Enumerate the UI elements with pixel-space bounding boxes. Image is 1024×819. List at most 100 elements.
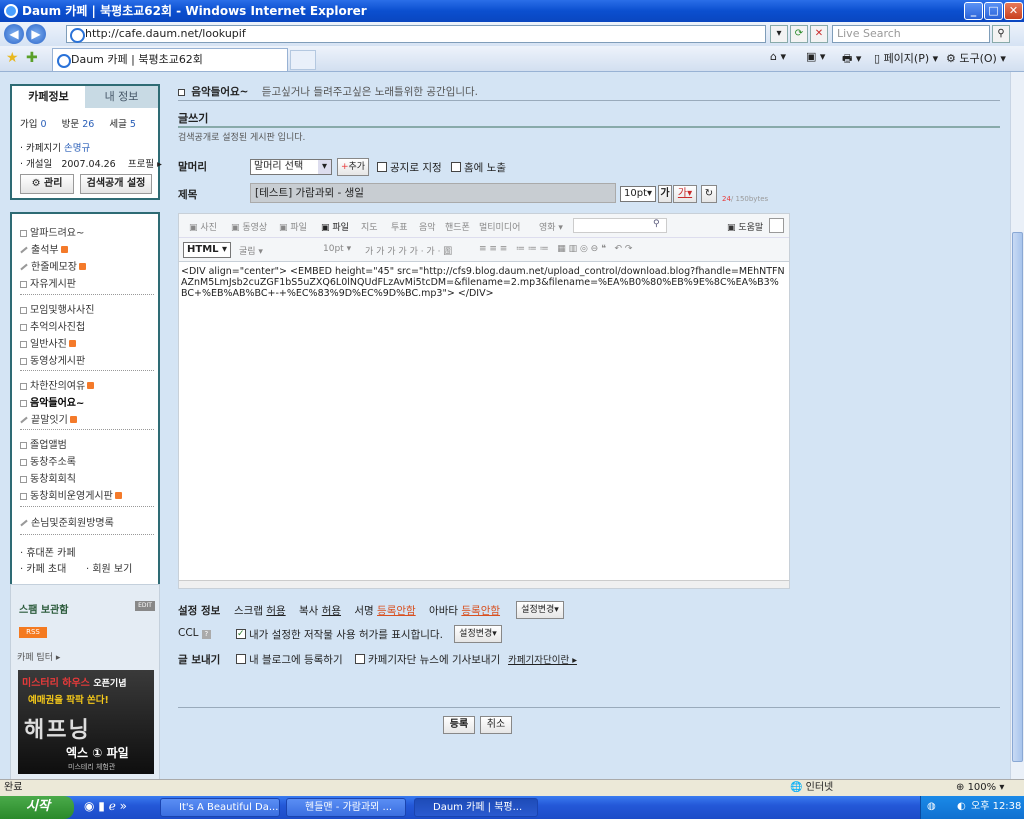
prefix-add-button[interactable]: +추가	[337, 158, 369, 176]
font-select[interactable]: 굴림 ▾	[239, 244, 263, 257]
ad-banner[interactable]: 미스터리 하우스 오픈기념 예매권을 팍팍 쏜다! 해프닝 엑스 ① 파일 미스…	[18, 670, 154, 774]
home-checkbox[interactable]: 홈에 노출	[451, 160, 506, 175]
start-button[interactable]: 시작	[0, 796, 74, 819]
title-input[interactable]: [테스트] 가람과뫼 - 생일	[250, 183, 616, 203]
zoom-control[interactable]: ⊕ 100% ▾	[956, 780, 1004, 796]
mobile-cafe-link[interactable]: · 휴대폰 카페	[20, 544, 76, 559]
toolbar-music[interactable]: 음악	[419, 220, 436, 233]
ccl-checkbox[interactable]: 내가 설정한 저작물 사용 허가를 표시합니다.	[236, 627, 443, 642]
news-checkbox[interactable]: 카페기자단 뉴스에 기사보내기	[355, 652, 500, 667]
profile-link[interactable]: 프로필 ▸	[128, 159, 162, 170]
menu-item-active[interactable]: 음악들어요~	[20, 394, 84, 409]
invite-cafe-link[interactable]: · 카페 초대	[20, 560, 66, 575]
toolbar-file2[interactable]: ▣ 파일	[321, 220, 349, 233]
cancel-button[interactable]: 취소	[480, 716, 512, 734]
tab-my-info[interactable]: 내 정보	[85, 86, 158, 108]
menu-item[interactable]: 차한잔의여유	[20, 377, 95, 392]
menu-item[interactable]: 일반사진	[20, 335, 76, 350]
network-icon[interactable]: ◍	[927, 796, 936, 818]
browser-tab[interactable]: Daum 카페 | 북평초교62회	[52, 48, 288, 71]
ccl-change-button[interactable]: 설정변경▾	[454, 625, 502, 643]
size-select[interactable]: 10pt ▾	[323, 244, 351, 254]
status-text: 완료	[4, 782, 23, 793]
address-input[interactable]: http://cafe.daum.net/lookupif	[66, 25, 766, 43]
task-button-active[interactable]: Daum 카페 | 북평...	[414, 798, 538, 817]
vertical-scrollbar[interactable]	[1010, 72, 1024, 779]
submit-button[interactable]: 등록	[443, 716, 475, 734]
menu-item[interactable]: 동창회비운영게시판	[20, 487, 122, 502]
settings-change-button[interactable]: 설정변경▾	[516, 601, 564, 619]
help-button[interactable]: ▣ 도움말	[727, 220, 763, 233]
spam-title[interactable]: 스팸 보관함	[19, 601, 68, 616]
editor-resize-bar[interactable]	[179, 580, 789, 588]
live-search-input[interactable]: Live Search	[832, 25, 990, 43]
toolbar-phone[interactable]: 핸드폰	[445, 220, 470, 233]
help-icon[interactable]: ?	[201, 630, 211, 639]
notice-checkbox[interactable]: 공지로 지정	[377, 160, 442, 175]
menu-item[interactable]: 손님및준회원방명록	[20, 514, 114, 529]
menu-item[interactable]: 동창회회칙	[20, 470, 76, 485]
menu-item[interactable]: 모임및행사사진	[20, 301, 94, 316]
tools-menu[interactable]: ⚙ 도구(O) ▾	[946, 50, 1006, 66]
html-source-textarea[interactable]: <DIV align="center"> <EMBED height="45" …	[181, 266, 785, 299]
title-font-size-select[interactable]: 10pt▾	[620, 186, 656, 202]
volume-icon[interactable]: ◐	[957, 796, 966, 818]
menu-item[interactable]: 동영상게시판	[20, 352, 85, 367]
task-button[interactable]: It's A Beautiful Da...	[160, 798, 280, 817]
search-icon[interactable]: ⚲	[653, 219, 660, 229]
menu-item[interactable]: 동창주소록	[20, 453, 76, 468]
add-favorite-icon[interactable]: ✚	[26, 50, 38, 66]
title-color-button[interactable]: 가▾	[673, 185, 697, 203]
back-button[interactable]: ◀	[4, 24, 24, 44]
news-info-link[interactable]: 카페기자단이란 ▸	[508, 652, 577, 666]
title-reset-icon[interactable]: ↻	[701, 185, 717, 203]
tab-cafe-info[interactable]: 카페정보	[12, 86, 85, 108]
menu-item[interactable]: 졸업앨범	[20, 436, 67, 451]
expand-icon[interactable]	[769, 218, 784, 233]
search-setting-button[interactable]: 검색공개 설정	[80, 174, 152, 194]
toolbar-vote[interactable]: 투표	[391, 220, 408, 233]
task-button[interactable]: 헨들맨 - 가람과뫼 ...	[286, 798, 406, 817]
blog-checkbox[interactable]: 내 블로그에 등록하기	[236, 652, 343, 667]
edit-badge[interactable]: EDIT	[135, 601, 155, 611]
member-view-link[interactable]: · 회원 보기	[86, 560, 132, 575]
home-icon[interactable]: ⌂ ▾	[770, 50, 786, 63]
format-icons[interactable]: 가 가 가 가 가 · 가 · 圖	[365, 244, 452, 257]
print-icon[interactable]: 🖶 ▾	[842, 50, 861, 69]
toolbar-photo[interactable]: ▣ 사진	[189, 220, 217, 233]
toolbar-video[interactable]: ▣ 동영상	[231, 220, 267, 233]
page-menu[interactable]: ▯ 페이지(P) ▾	[874, 50, 938, 66]
stop-icon[interactable]: ✕	[810, 25, 828, 43]
menu-item[interactable]: 출석부	[20, 241, 68, 256]
prefix-select[interactable]: 말머리 선택 ▾	[250, 159, 332, 175]
quicklaunch-icons[interactable]: ◉ ▮ ℯ »	[84, 799, 127, 813]
scroll-thumb[interactable]	[1012, 232, 1023, 762]
address-dropdown-icon[interactable]: ▾	[770, 25, 788, 43]
search-icon[interactable]: ⚲	[992, 25, 1010, 43]
favorites-star-icon[interactable]: ★	[6, 50, 19, 66]
refresh-icon[interactable]: ⟳	[790, 25, 808, 43]
menu-item[interactable]: 끝말잇기	[20, 411, 77, 426]
owner-link[interactable]: 손명규	[64, 143, 90, 154]
mode-select[interactable]: HTML ▾	[183, 242, 231, 258]
toolbar-multimedia[interactable]: 멀티미디어	[479, 220, 520, 233]
cafe-tip-link[interactable]: 카페 팁터 ▸	[17, 650, 60, 663]
cafe-stats: 가입 0 방문 26 세글 5	[20, 119, 136, 130]
align-icons[interactable]: ≡ ≡ ≡ ≔ ≔ ≔ ▦ ▥ ◎ ⊖ ❝ ↶ ↷	[479, 244, 632, 254]
maximize-button[interactable]: □	[984, 2, 1003, 20]
menu-item[interactable]: 추억의사진첩	[20, 318, 85, 333]
menu-item[interactable]: 자유게시판	[20, 275, 76, 290]
minimize-button[interactable]: _	[964, 2, 983, 20]
menu-item[interactable]: 한줄메모장	[20, 258, 86, 273]
feeds-icon[interactable]: ▣ ▾	[806, 50, 825, 63]
menu-item[interactable]: 알파드려요~	[20, 224, 84, 239]
title-bold-button[interactable]: 가	[658, 185, 672, 203]
rss-badge[interactable]: RSS	[19, 627, 47, 638]
new-tab-button[interactable]	[290, 50, 316, 70]
toolbar-file1[interactable]: ▣ 파일	[279, 220, 307, 233]
forward-button[interactable]: ▶	[26, 24, 46, 44]
manage-button[interactable]: ⚙ 관리	[20, 174, 74, 194]
toolbar-map[interactable]: 지도	[361, 220, 378, 233]
movie-select[interactable]: 영화 ▾	[539, 220, 563, 233]
close-button[interactable]: ✕	[1004, 2, 1023, 20]
